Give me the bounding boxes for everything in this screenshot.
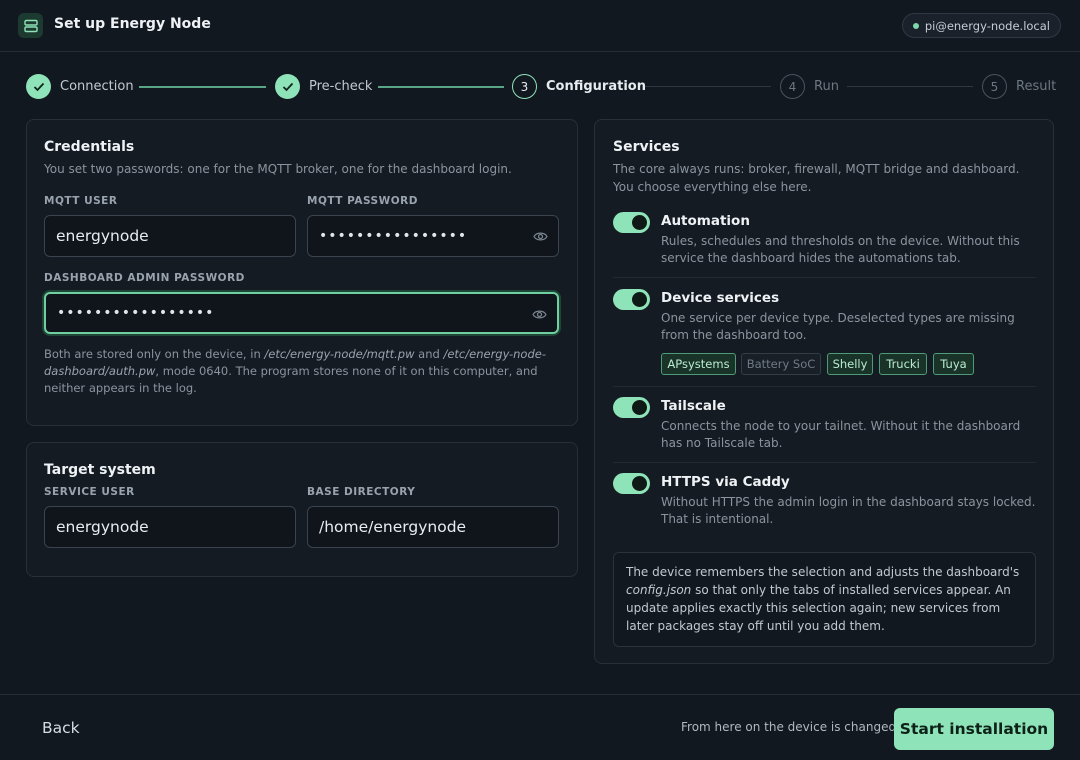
- note-text: Both are stored only on the device, in: [44, 347, 265, 361]
- stepper-connector: [139, 86, 266, 88]
- step-label: Connection: [60, 79, 134, 94]
- service-user-value: energynode: [56, 518, 149, 536]
- mqtt-user-label: MQTT USER: [44, 195, 118, 207]
- toggle-knob: [632, 292, 647, 307]
- device-chip-trucki[interactable]: Trucki: [879, 353, 927, 375]
- server-icon: [18, 13, 43, 38]
- device-chip-battery-soc[interactable]: Battery SoC: [741, 353, 821, 375]
- step-configuration: 3 Configuration: [512, 73, 646, 100]
- service-user-input[interactable]: energynode: [44, 506, 296, 548]
- services-title: Services: [613, 139, 680, 155]
- divider: [613, 277, 1036, 278]
- divider: [613, 386, 1036, 387]
- dashboard-password-input[interactable]: •••••••••••••••••: [44, 292, 559, 334]
- step-label: Result: [1016, 79, 1057, 94]
- step-result: 5 Result: [982, 73, 1056, 100]
- device-chip-shelly[interactable]: Shelly: [827, 353, 873, 375]
- service-tailscale: Tailscale Connects the node to your tail…: [613, 397, 1036, 457]
- services-subtitle: The core always runs: broker, firewall, …: [613, 162, 1020, 194]
- https-caddy-toggle[interactable]: [613, 473, 650, 494]
- mqtt-password-input[interactable]: ••••••••••••••••: [307, 215, 559, 257]
- mqtt-password-label: MQTT PASSWORD: [307, 195, 418, 207]
- step-number: 3: [512, 74, 537, 99]
- dashboard-password-label: DASHBOARD ADMIN PASSWORD: [44, 272, 245, 284]
- host-badge: pi@energy-node.local: [901, 13, 1061, 38]
- step-label: Configuration: [546, 79, 646, 94]
- stepper-connector: [847, 86, 973, 87]
- service-description: Rules, schedules and thresholds on the d…: [661, 234, 1020, 265]
- step-run: 4 Run: [780, 73, 839, 100]
- credentials-title: Credentials: [44, 139, 135, 155]
- device-chip-tuya[interactable]: Tuya: [933, 353, 974, 375]
- service-automation: Automation Rules, schedules and threshol…: [613, 212, 1036, 272]
- service-name: Automation: [661, 213, 750, 229]
- selection-info-box: The device remembers the selection and a…: [613, 552, 1036, 647]
- step-number: 4: [780, 74, 805, 99]
- stepper-connector: [645, 86, 771, 87]
- base-dir-value: /home/energynode: [319, 518, 467, 536]
- info-file: config.json: [626, 583, 692, 597]
- service-name: Tailscale: [661, 398, 726, 414]
- note-path: /etc/energy-node/mqtt.pw: [264, 347, 415, 361]
- check-icon: [275, 74, 300, 99]
- status-dot-icon: [912, 23, 919, 29]
- base-dir-label: BASE DIRECTORY: [307, 486, 416, 498]
- base-dir-input[interactable]: /home/energynode: [307, 506, 559, 548]
- service-name: Device services: [661, 290, 780, 306]
- service-device-services: Device services One service per device t…: [613, 289, 1036, 349]
- toggle-knob: [632, 476, 647, 491]
- check-icon: [26, 74, 51, 99]
- tailscale-toggle[interactable]: [613, 397, 650, 418]
- back-button[interactable]: Back: [26, 712, 96, 744]
- service-name: HTTPS via Caddy: [661, 474, 790, 490]
- step-connection: Connection: [26, 73, 134, 100]
- host-label: pi@energy-node.local: [924, 18, 1050, 33]
- step-number: 5: [982, 74, 1007, 99]
- mqtt-user-input[interactable]: energynode: [44, 215, 296, 257]
- stepper-connector: [378, 86, 504, 88]
- credentials-subtitle: You set two passwords: one for the MQTT …: [44, 162, 512, 176]
- footer-hint: From here on the device is changed: [681, 720, 897, 734]
- eye-icon[interactable]: [531, 307, 547, 321]
- device-chip-apsystems[interactable]: APsystems: [661, 353, 736, 375]
- eye-icon[interactable]: [532, 229, 548, 243]
- mqtt-user-value: energynode: [56, 227, 149, 245]
- service-https-caddy: HTTPS via Caddy Without HTTPS the admin …: [613, 473, 1036, 533]
- mqtt-password-value: ••••••••••••••••: [319, 228, 468, 244]
- start-installation-button[interactable]: Start installation: [894, 708, 1054, 750]
- service-description: Without HTTPS the admin login in the das…: [661, 495, 1036, 526]
- storage-note: Both are stored only on the device, in /…: [44, 346, 564, 397]
- note-text: and: [414, 347, 444, 361]
- toggle-knob: [632, 215, 647, 230]
- divider: [613, 462, 1036, 463]
- service-description: One service per device type. Deselected …: [661, 311, 1015, 342]
- step-label: Run: [814, 79, 839, 94]
- device-services-toggle[interactable]: [613, 289, 650, 310]
- toggle-knob: [632, 400, 647, 415]
- page-title: Set up Energy Node: [54, 16, 211, 32]
- footer-bar: Back From here on the device is changed …: [0, 694, 1080, 760]
- step-precheck: Pre-check: [275, 73, 372, 100]
- service-description: Connects the node to your tailnet. Witho…: [661, 419, 1021, 450]
- target-title: Target system: [44, 462, 156, 478]
- dashboard-password-value: •••••••••••••••••: [57, 305, 215, 321]
- info-text: The device remembers the selection and a…: [626, 565, 1020, 579]
- app-header: Set up Energy Node pi@energy-node.local: [0, 0, 1080, 52]
- service-user-label: SERVICE USER: [44, 486, 135, 498]
- automation-toggle[interactable]: [613, 212, 650, 233]
- step-label: Pre-check: [309, 79, 373, 94]
